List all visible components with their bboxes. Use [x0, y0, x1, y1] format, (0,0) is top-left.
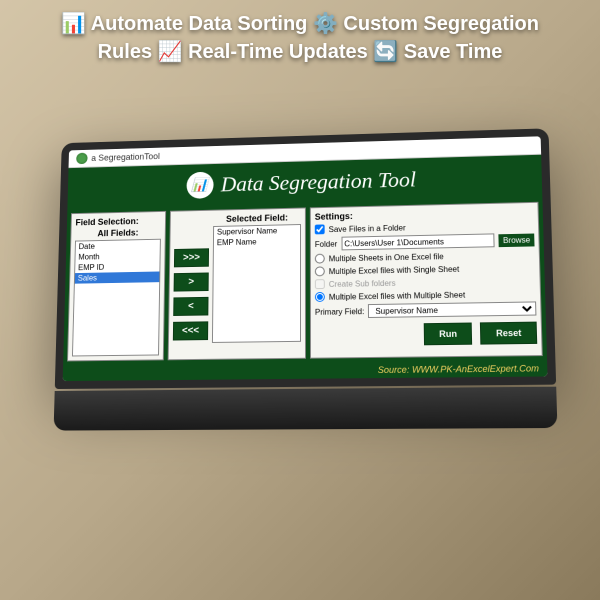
all-fields-label: All Fields: [75, 227, 161, 238]
transfer-panel: >>> > < <<< Selected Field: Supervisor N… [168, 207, 306, 360]
settings-panel: Settings: Save Files in a Folder Folder … [310, 202, 543, 359]
option-multi-files-single-label: Multiple Excel files with Single Sheet [329, 264, 460, 275]
create-subfolders-checkbox [315, 279, 325, 289]
option-multi-sheets-label: Multiple Sheets in One Excel file [329, 252, 444, 263]
primary-field-dropdown[interactable]: Supervisor Name [368, 301, 536, 318]
folder-label: Folder [315, 239, 337, 248]
window-title: a SegregationTool [91, 151, 160, 162]
remove-all-button[interactable]: <<< [173, 321, 208, 340]
remove-button[interactable]: < [173, 297, 208, 316]
option-multi-files-single-radio[interactable] [315, 266, 325, 276]
logo-icon: 📊 [186, 172, 213, 199]
save-folder-checkbox[interactable] [315, 224, 325, 234]
primary-field-label: Primary Field: [315, 307, 364, 317]
field-selection-panel: Field Selection: All Fields: Date Month … [67, 211, 166, 362]
marketing-overlay: 📊 Automate Data Sorting ⚙️ Custom Segreg… [0, 10, 600, 66]
browse-button[interactable]: Browse [499, 233, 535, 247]
laptop-frame: a SegregationTool 📊 Data Segregation Too… [51, 128, 560, 513]
laptop-keyboard [54, 387, 558, 431]
list-item[interactable]: Sales [75, 271, 160, 283]
selected-fields-listbox[interactable]: Supervisor Name EMP Name [212, 224, 301, 343]
field-selection-label: Field Selection: [75, 216, 161, 228]
option-multi-sheets-radio[interactable] [315, 254, 325, 264]
app-title: Data Segregation Tool [221, 167, 416, 197]
run-button[interactable]: Run [424, 323, 473, 346]
option-multi-files-multi-radio[interactable] [315, 292, 325, 302]
create-subfolders-label: Create Sub folders [329, 278, 396, 288]
reset-button[interactable]: Reset [480, 322, 537, 345]
app-icon [76, 153, 88, 165]
all-fields-listbox[interactable]: Date Month EMP ID Sales [72, 239, 161, 357]
option-multi-files-multi-label: Multiple Excel files with Multiple Sheet [329, 290, 465, 301]
folder-path-input[interactable] [341, 233, 495, 250]
add-all-button[interactable]: >>> [174, 248, 209, 267]
save-folder-label: Save Files in a Folder [329, 223, 406, 234]
list-item[interactable]: EMP Name [214, 236, 300, 249]
add-button[interactable]: > [174, 272, 209, 291]
selected-field-label: Selected Field: [213, 212, 301, 224]
